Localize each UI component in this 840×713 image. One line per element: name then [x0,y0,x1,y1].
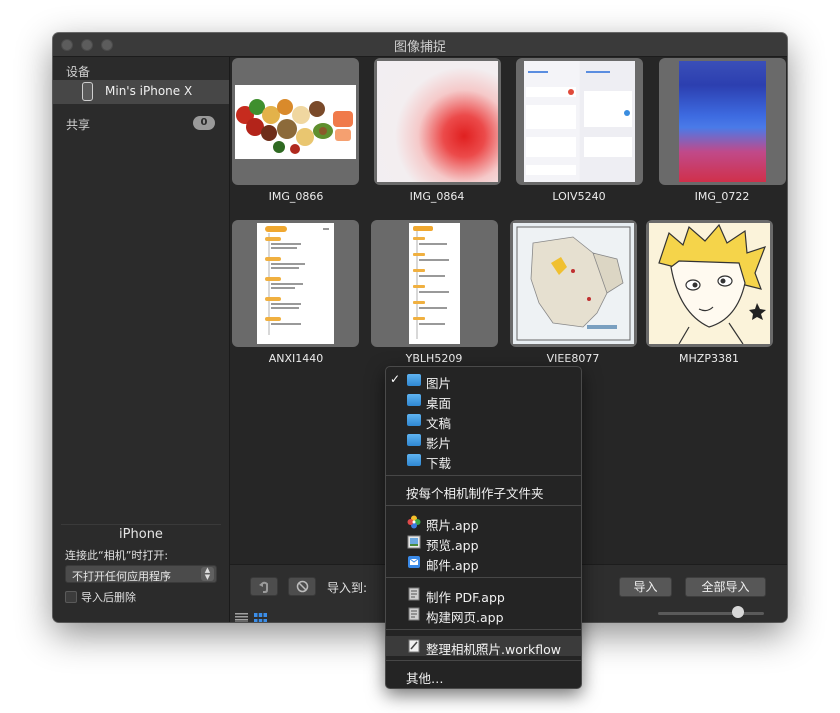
menu-item-label: 下载 [426,456,452,471]
menu-item-organize-camera-photos-workflow[interactable]: 整理相机照片.workflow [386,636,581,657]
delete-after-import-checkbox[interactable] [65,591,77,603]
import-button[interactable]: 导入 [619,577,672,597]
workflow-icon [408,639,420,653]
documents-folder-icon [407,414,421,426]
movies-folder-icon [407,434,421,446]
menu-item-make-pdf-app[interactable]: 制作 PDF.app [386,584,581,605]
automator-icon [408,587,420,601]
grid-view-icon[interactable] [254,608,267,622]
rotate-left-button[interactable] [250,577,278,596]
thumbnail[interactable] [659,58,786,185]
thumbnail[interactable] [374,58,501,185]
sidebar-item-device[interactable]: Min's iPhone X [53,80,229,104]
thumbnail-label: ANXI1440 [268,352,324,365]
menu-item-label: 按每个相机制作子文件夹 [406,486,544,501]
import-all-button[interactable]: 全部导入 [685,577,766,597]
open-app-select[interactable]: 不打开任何应用程序 ▲ ▼ [65,565,217,583]
prohibit-icon [296,580,308,593]
timeline-doc-narrow-image [409,223,460,344]
preview-app-icon [407,535,421,549]
thumbnail[interactable] [516,58,643,185]
map-image [513,223,634,344]
thumbnail-size-slider[interactable] [658,612,764,615]
open-app-label: 连接此“相机”时打开: [65,549,169,562]
thumbnail-label: YBLH5209 [405,352,463,365]
rotate-icon [259,581,268,593]
red-blur-image [377,61,498,182]
title-bar: 图像捕捉 [53,33,787,57]
thumbnail[interactable] [232,58,359,185]
menu-item-preview-app[interactable]: 预览.app [386,532,581,553]
downloads-folder-icon [407,454,421,466]
device-panel-title: iPhone [119,527,163,542]
blue-red-blur-image [679,61,766,182]
thumbnail-label: LOIV5240 [552,190,606,203]
menu-separator [386,660,581,661]
timeline-doc-image [257,223,334,344]
mail-app-icon [408,556,420,568]
menu-item-build-web-page-app[interactable]: 构建网页.app [386,604,581,625]
menu-item-label: 其他… [406,671,444,686]
shared-header: 共享 [66,118,91,132]
updown-arrows-icon: ▲ ▼ [201,567,214,581]
desktop-folder-icon [407,394,421,406]
shared-count-badge: 0 [193,116,215,130]
menu-item-label: 构建网页.app [426,610,504,625]
thumbnail-label: IMG_0864 [409,190,465,203]
import-to-label: 导入到: [327,581,368,595]
list-view-icon[interactable] [235,608,248,622]
menu-item-desktop[interactable]: 桌面 [386,390,581,411]
settings-screenshot-image [524,61,635,182]
food-image [235,85,356,159]
menu-item-documents[interactable]: 文稿 [386,410,581,431]
import-destination-menu: ✓ 图片 桌面 文稿 影片 下载 按每个相机制作子文件夹 照片.app 预览.a… [385,366,582,689]
menu-separator [386,505,581,506]
automator-icon [408,607,420,621]
open-app-value: 不打开任何应用程序 [72,570,171,583]
thumbnail[interactable] [510,220,637,347]
anime-drawing-image [649,223,770,344]
delete-button[interactable] [288,577,316,596]
thumbnail-label: IMG_0866 [268,190,324,203]
divider [61,524,221,525]
menu-item-label: 邮件.app [426,558,479,573]
menu-separator [386,629,581,630]
menu-separator [386,475,581,476]
sidebar: 设备 Min's iPhone X 共享 0 iPhone 连接此“相机”时打开… [53,57,230,622]
menu-item-other[interactable]: 其他… [386,665,581,686]
menu-separator [386,577,581,578]
menu-item-movies[interactable]: 影片 [386,430,581,451]
menu-item-photos-app[interactable]: 照片.app [386,512,581,533]
thumbnail-label: IMG_0722 [694,190,750,203]
window-title: 图像捕捉 [393,40,446,55]
menu-item-subfolder-per-camera[interactable]: 按每个相机制作子文件夹 [386,480,581,501]
thumbnail[interactable] [646,220,773,347]
delete-after-import-label: 导入后删除 [81,591,136,604]
menu-item-downloads[interactable]: 下载 [386,450,581,471]
thumbnail[interactable] [232,220,359,347]
thumbnail-label: VIEE8077 [546,352,600,365]
menu-item-pictures[interactable]: ✓ 图片 [386,370,581,391]
menu-item-label: 整理相机照片.workflow [426,642,561,657]
photos-app-icon [407,515,421,529]
thumbnail-label: MHZP3381 [679,352,739,365]
slider-knob[interactable] [732,606,744,618]
device-name: Min's iPhone X [105,84,193,98]
devices-header: 设备 [66,65,91,79]
checkmark-icon: ✓ [390,372,401,386]
menu-item-mail-app[interactable]: 邮件.app [386,552,581,573]
pictures-folder-icon [407,374,421,386]
thumbnail[interactable] [371,220,498,347]
iphone-icon [82,82,93,101]
